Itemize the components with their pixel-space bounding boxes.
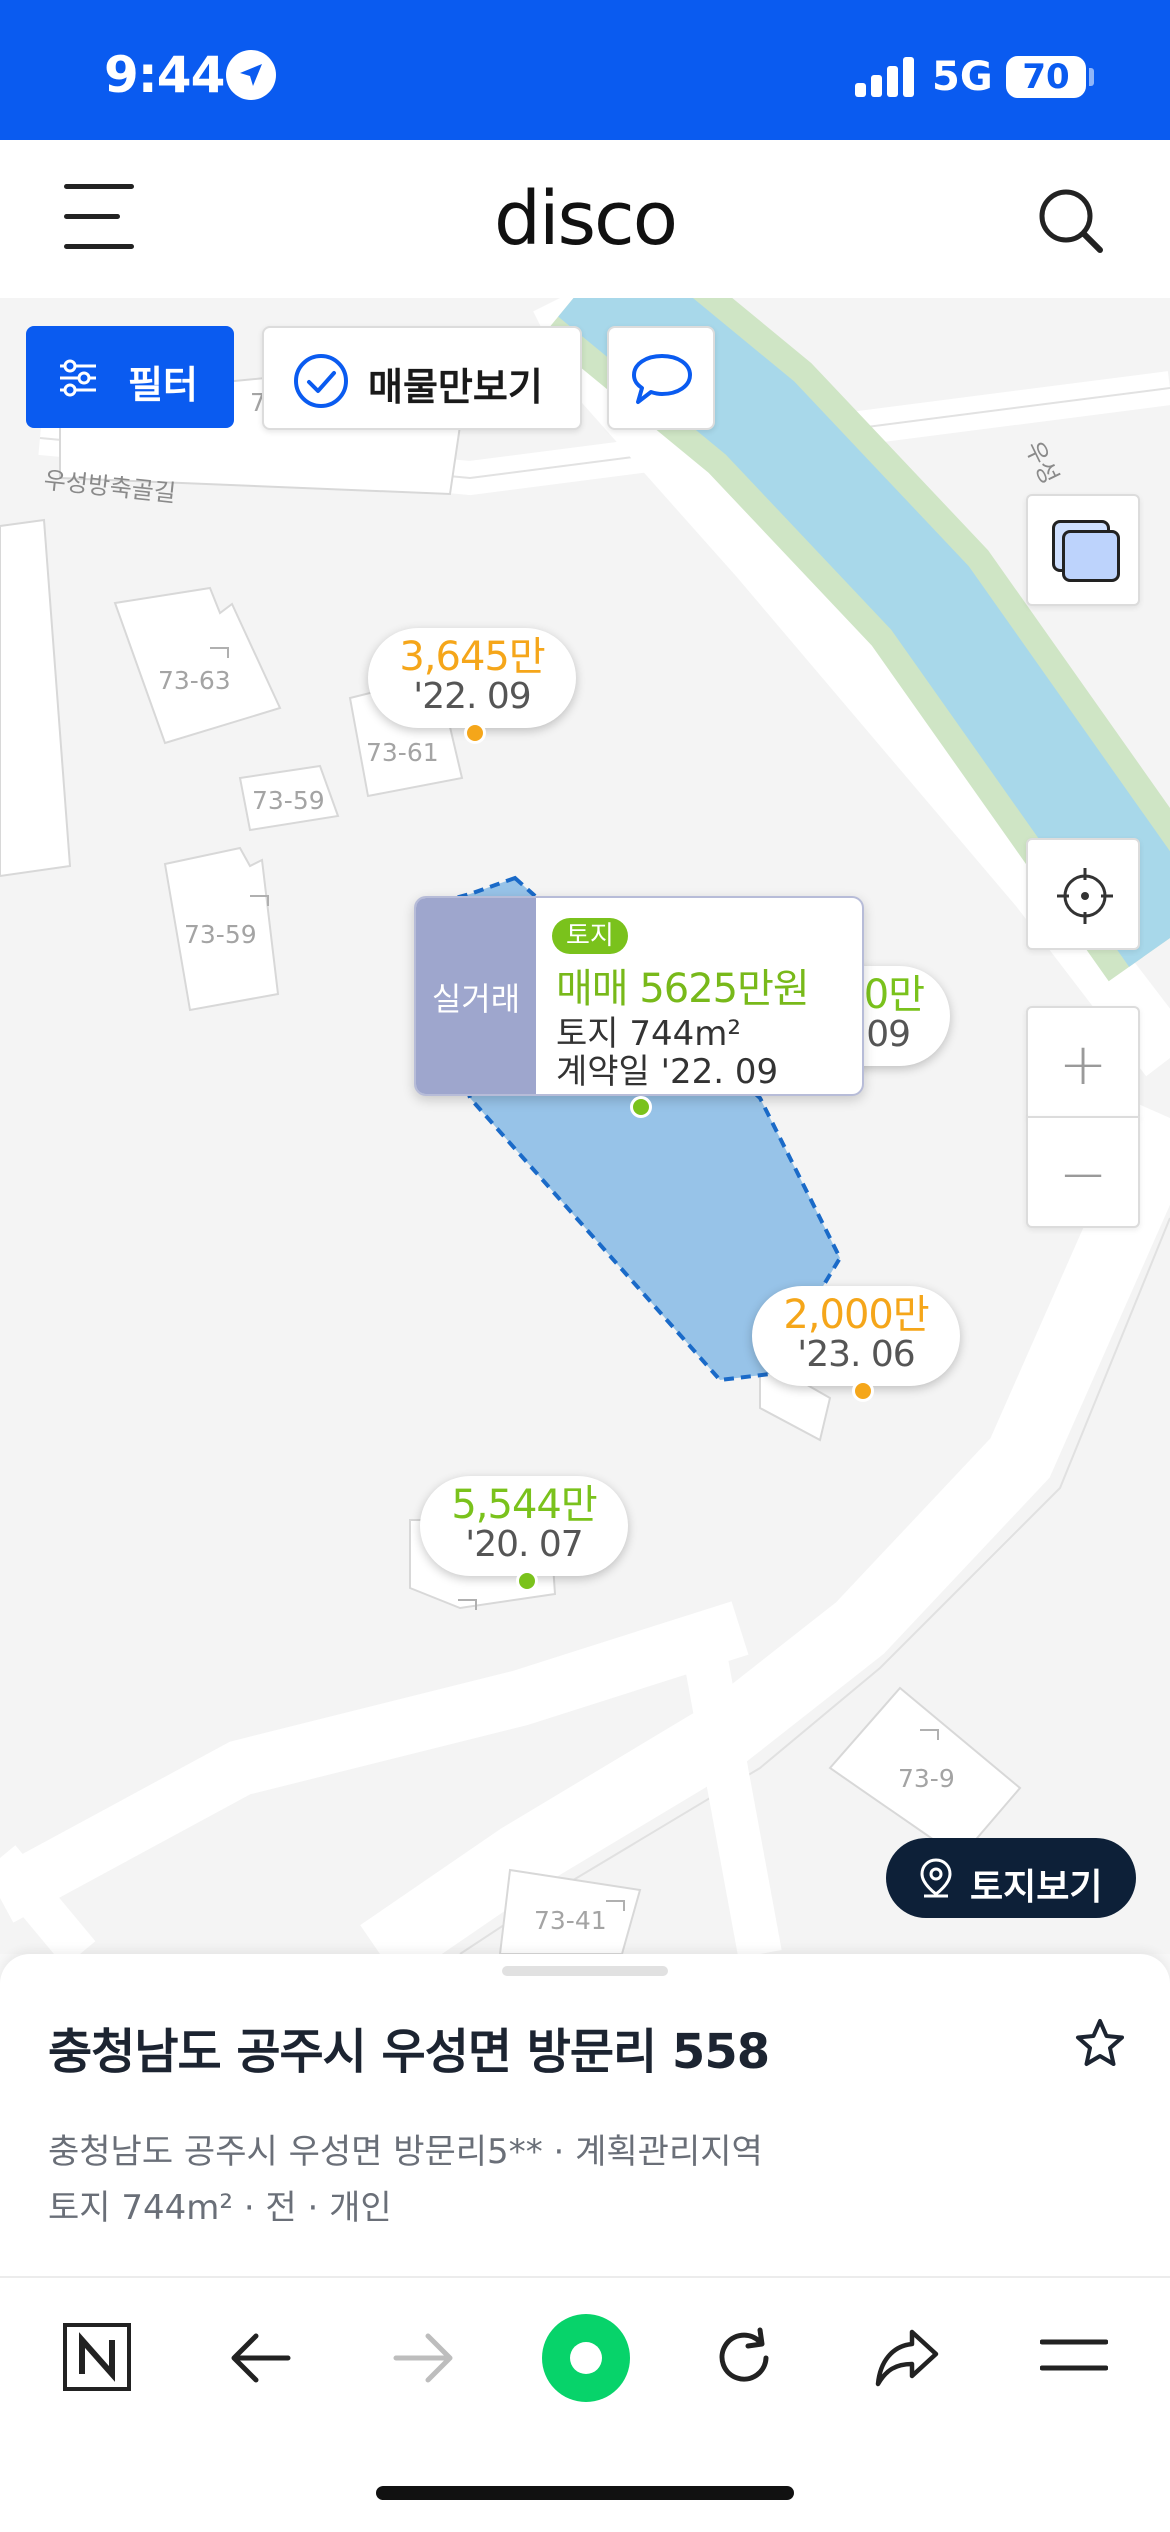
price-amount: 2,000만 (783, 1292, 929, 1338)
star-icon[interactable] (1072, 2016, 1128, 2076)
menu-icon[interactable] (1039, 2336, 1109, 2380)
refresh-icon[interactable] (710, 2324, 778, 2396)
status-time: 9:44 (104, 46, 225, 104)
building-label: 73-63 (158, 666, 231, 695)
property-address: 충청남도 공주시 우성면 방문리 558 (48, 2024, 770, 2080)
property-sheet[interactable]: 충청남도 공주시 우성면 방문리 558 충청남도 공주시 우성면 방문리5**… (0, 1954, 1170, 2276)
price-pin[interactable]: 3,645만 '22. 09 (368, 628, 576, 744)
zoom-in-button[interactable]: + (1026, 1006, 1140, 1118)
listing-only-toggle[interactable]: 매물만보기 (262, 326, 582, 430)
pin-dot (852, 1380, 874, 1402)
pin-dot (630, 1096, 652, 1118)
building-label: 73-59 (252, 786, 325, 815)
naver-icon[interactable] (62, 2322, 132, 2396)
sheet-handle[interactable] (502, 1966, 668, 1976)
network-type: 5G (932, 54, 993, 100)
signal-icon (855, 55, 915, 97)
search-icon[interactable] (1036, 186, 1106, 260)
transaction-type-label: 실거래 (416, 898, 536, 1094)
price-pin[interactable]: 2,000만 '23. 06 (752, 1286, 960, 1402)
back-arrow-icon[interactable] (228, 2330, 292, 2390)
sliders-icon (60, 359, 96, 397)
price-date: '22. 09 (413, 676, 531, 717)
zoom-out-button[interactable]: − (1026, 1116, 1140, 1228)
map-base (0, 298, 1170, 1954)
brand-logo: disco (493, 176, 678, 262)
status-bar: 9:44 5G 70 (0, 0, 1170, 140)
speech-bubble-icon (632, 354, 692, 404)
filter-label: 필터 (128, 363, 198, 407)
building-label: 73-41 (534, 1906, 607, 1935)
app-header: disco (0, 140, 1170, 298)
land-view-label: 토지보기 (970, 1867, 1103, 1908)
home-indicator[interactable] (376, 2486, 794, 2500)
forward-arrow-icon[interactable] (392, 2330, 456, 2390)
battery-icon: 70 (1006, 56, 1086, 98)
battery-tip (1089, 68, 1094, 86)
land-view-button[interactable]: 토지보기 (886, 1838, 1136, 1918)
listing-only-label: 매물만보기 (368, 365, 543, 409)
current-location-button[interactable] (1026, 838, 1140, 950)
price-date: '23. 06 (797, 1334, 915, 1375)
minus-icon: − (1058, 1140, 1108, 1208)
property-meta-details: 토지 744m² · 전 · 개인 (48, 2188, 392, 2228)
deal-date: 계약일 '22. 09 (556, 1052, 779, 1092)
map-view[interactable]: 우성방축골길 우성 73-63 73-61 73-59 73-59 73-9 7… (0, 298, 1170, 1954)
pin-dot (464, 722, 486, 744)
map-pin-icon (920, 1858, 952, 1898)
price-amount: 5,544만 (451, 1482, 597, 1528)
building-label: 73-59 (184, 920, 257, 949)
pin-dot (516, 1570, 538, 1592)
layers-icon-front (1062, 530, 1120, 582)
share-icon[interactable] (872, 2326, 942, 2394)
price-amount: 3,645만 (399, 634, 545, 680)
building-label: 73-61 (366, 738, 439, 767)
check-circle-icon (294, 354, 348, 408)
transaction-card[interactable]: 실거래 토지 매매 5625만원 토지 744m² 계약일 '22. 09 (414, 896, 864, 1096)
filter-button[interactable]: 필터 (26, 326, 234, 428)
property-meta-location: 충청남도 공주시 우성면 방문리5** · 계획관리지역 (48, 2132, 763, 2172)
location-arrow-icon (226, 50, 276, 100)
price-date: '20. 07 (465, 1524, 583, 1565)
green-dot-icon[interactable] (540, 2312, 632, 2408)
layer-button[interactable] (1026, 494, 1140, 606)
chat-button[interactable] (607, 326, 715, 430)
land-tag: 토지 (552, 918, 628, 954)
price-pin[interactable]: 5,544만 '20. 07 (420, 1476, 628, 1592)
plus-icon: + (1058, 1030, 1108, 1098)
building-label: 73-9 (898, 1764, 955, 1793)
crosshair-icon (1057, 868, 1113, 924)
